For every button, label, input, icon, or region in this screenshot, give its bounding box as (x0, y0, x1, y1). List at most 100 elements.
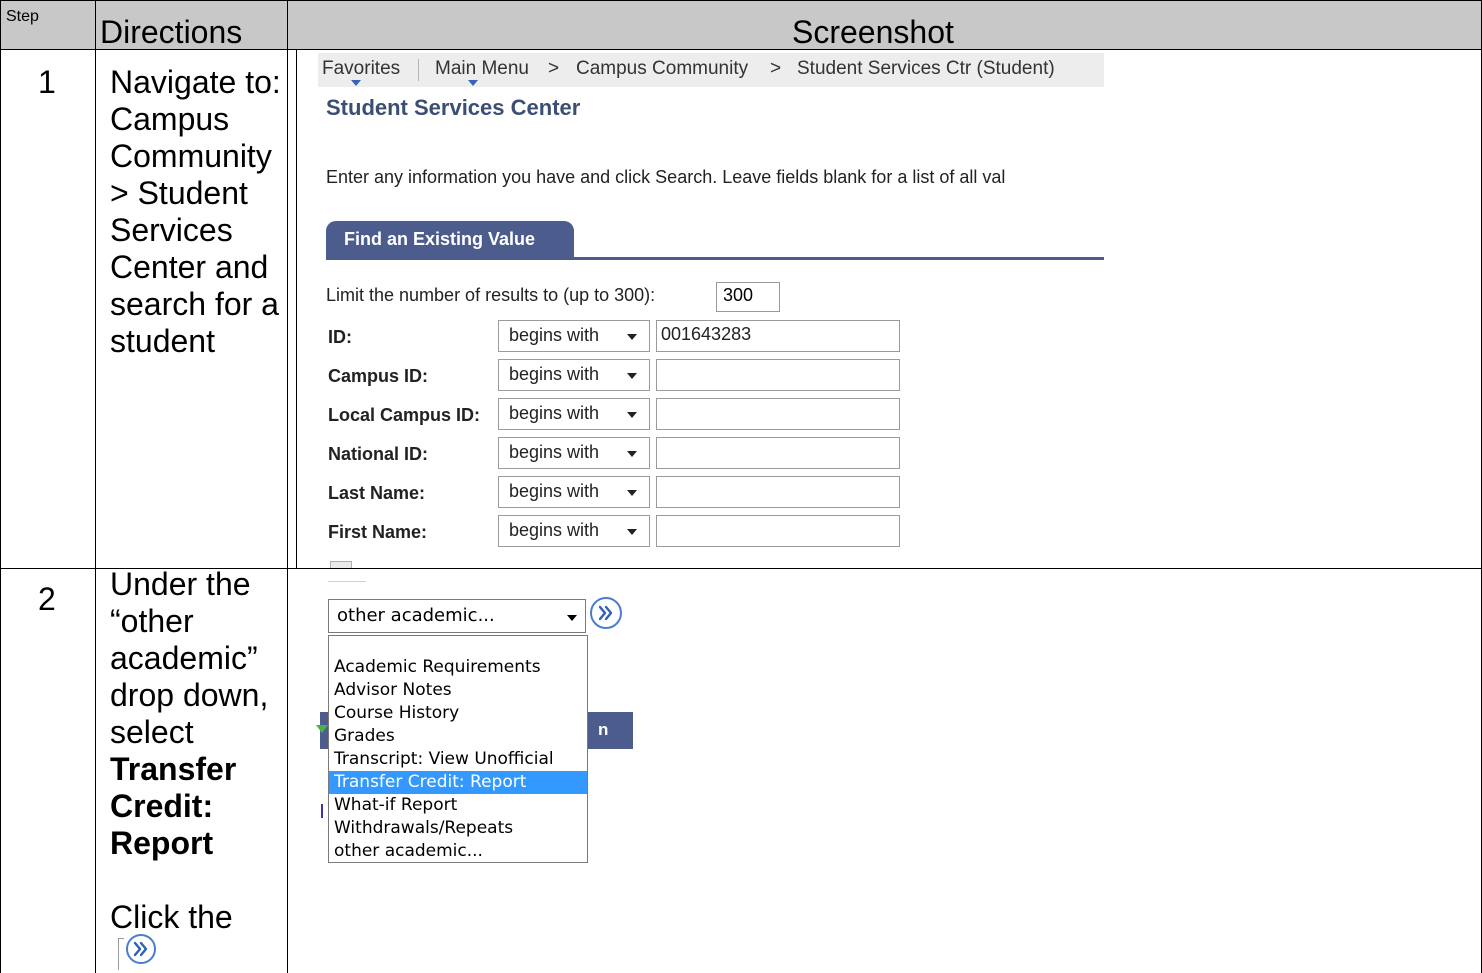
breadcrumb-main-menu[interactable]: Main Menu (435, 58, 529, 80)
directions-bold-line: Transfer (110, 751, 237, 787)
directions-line: Campus (110, 101, 230, 137)
option-advisor-notes[interactable]: Advisor Notes (329, 679, 587, 702)
divider (328, 581, 366, 582)
breadcrumb-campus-community[interactable]: Campus Community (576, 58, 748, 80)
chevron-down-icon (567, 615, 577, 621)
chevron-down-icon (627, 373, 637, 379)
first-name-input[interactable] (656, 515, 900, 547)
directions-line: academic” (110, 640, 258, 676)
directions-line: Services (110, 212, 233, 248)
id-value: 001643283 (661, 324, 752, 344)
operator-select-national-id[interactable]: begins with (498, 437, 650, 469)
option-label: Academic Requirements (334, 657, 541, 677)
chevron-down-icon (468, 80, 478, 86)
operator-select-first-name[interactable]: begins with (498, 515, 650, 547)
campus-id-input[interactable] (656, 359, 900, 391)
option-what-if-report[interactable]: What-if Report (329, 794, 587, 817)
directions-spacer (110, 862, 268, 899)
operator-select-id[interactable]: begins with (498, 320, 650, 352)
directions-line: student (110, 323, 215, 359)
directions-line: > Student (110, 175, 248, 211)
double-chevron-right-circle-icon (126, 934, 156, 964)
tab-underline (326, 257, 1104, 260)
operator-value: begins with (509, 442, 600, 462)
last-name-input[interactable] (656, 476, 900, 508)
option-label: Transcript: View Unofficial (334, 749, 554, 769)
directions-line: search for a (110, 286, 279, 322)
operator-select-last-name[interactable]: begins with (498, 476, 650, 508)
tab-find-existing-value[interactable]: Find an Existing Value (326, 221, 574, 259)
breadcrumb-separator (418, 59, 419, 81)
breadcrumb-student-services[interactable]: Student Services Ctr (Student) (797, 58, 1055, 80)
screenshot-other-academic-dropdown: n other academic... Academic Requirement… (316, 577, 633, 877)
breadcrumb-arrow: > (548, 58, 560, 79)
field-label-id: ID: (328, 327, 352, 347)
field-label-local-campus-id: Local Campus ID: (328, 405, 481, 425)
option-label: Course History (334, 703, 460, 723)
option-label: Withdrawals/Repeats (334, 818, 514, 838)
operator-select-campus-id[interactable]: begins with (498, 359, 650, 391)
other-academic-dropdown[interactable]: other academic... (328, 599, 586, 633)
local-campus-id-input[interactable] (656, 398, 900, 430)
link-marker (321, 804, 323, 818)
limit-value: 300 (723, 285, 754, 305)
checkbox[interactable] (330, 561, 352, 568)
directions-line: Navigate to: (110, 64, 281, 100)
option-grades[interactable]: Grades (329, 725, 587, 748)
option-course-history[interactable]: Course History (329, 702, 587, 725)
directions-line: Under the (110, 566, 251, 602)
breadcrumb: Favorites Main Menu > Campus Community >… (318, 53, 1104, 87)
directions-step-1: Navigate to: Campus Community > Student … (110, 64, 281, 360)
chevron-down-icon (627, 529, 637, 535)
chevron-down-icon (627, 334, 637, 340)
id-input[interactable]: 001643283 (656, 320, 900, 352)
directions-step-2: Under the “other academic” drop down, se… (110, 566, 268, 936)
operator-value: begins with (509, 364, 600, 384)
option-withdrawals-repeats[interactable]: Withdrawals/Repeats (329, 817, 587, 840)
option-other-academic[interactable]: other academic... (329, 840, 587, 862)
option-transfer-credit-report[interactable]: Transfer Credit: Report (329, 771, 587, 794)
option-label: other academic... (334, 841, 483, 861)
directions-line: “other (110, 603, 194, 639)
national-id-input[interactable] (656, 437, 900, 469)
inline-bracket (118, 938, 119, 970)
option-academic-requirements[interactable]: Academic Requirements (329, 656, 587, 679)
search-instructions: Enter any information you have and click… (326, 167, 1006, 187)
breadcrumb-favorites[interactable]: Favorites (322, 58, 400, 80)
column-divider-3 (296, 49, 297, 568)
limit-input[interactable]: 300 (716, 282, 780, 312)
chevron-down-icon (627, 451, 637, 457)
option-label: Advisor Notes (334, 680, 452, 700)
chevron-down-icon (627, 490, 637, 496)
page-title: Student Services Center (326, 95, 581, 120)
column-divider-1 (95, 0, 96, 973)
breadcrumb-arrow: > (770, 58, 782, 79)
option-transcript-view-unofficial[interactable]: Transcript: View Unofficial (329, 748, 587, 771)
table-border-top (0, 0, 1482, 1)
column-divider-2 (287, 0, 288, 973)
operator-value: begins with (509, 520, 600, 540)
chevron-down-icon (351, 80, 361, 86)
field-label-last-name: Last Name: (328, 483, 426, 503)
directions-line: select (110, 714, 194, 750)
double-chevron-right-circle-icon[interactable] (588, 595, 624, 631)
chevron-down-icon (627, 412, 637, 418)
directions-bold-line: Report (110, 825, 214, 861)
expand-triangle-icon (316, 725, 328, 733)
dropdown-value: other academic... (337, 605, 495, 626)
step-number-1: 1 (38, 64, 56, 100)
directions-line: Community (110, 138, 272, 174)
limit-label: Limit the number of results to (up to 30… (326, 285, 656, 305)
directions-line: drop down, (110, 677, 269, 713)
dropdown-options-list: Academic Requirements Advisor Notes Cour… (328, 635, 588, 863)
operator-select-local-campus-id[interactable]: begins with (498, 398, 650, 430)
header-screenshot: Screenshot (792, 14, 954, 50)
directions-bold-line: Credit: (110, 788, 214, 824)
step-number-2: 2 (38, 581, 56, 617)
table-border-left (0, 0, 1, 973)
directions-line: Click the (110, 899, 233, 935)
field-label-first-name: First Name: (328, 522, 428, 542)
option-label: What-if Report (334, 795, 458, 815)
field-label-campus-id: Campus ID: (328, 366, 429, 386)
operator-value: begins with (509, 403, 600, 423)
